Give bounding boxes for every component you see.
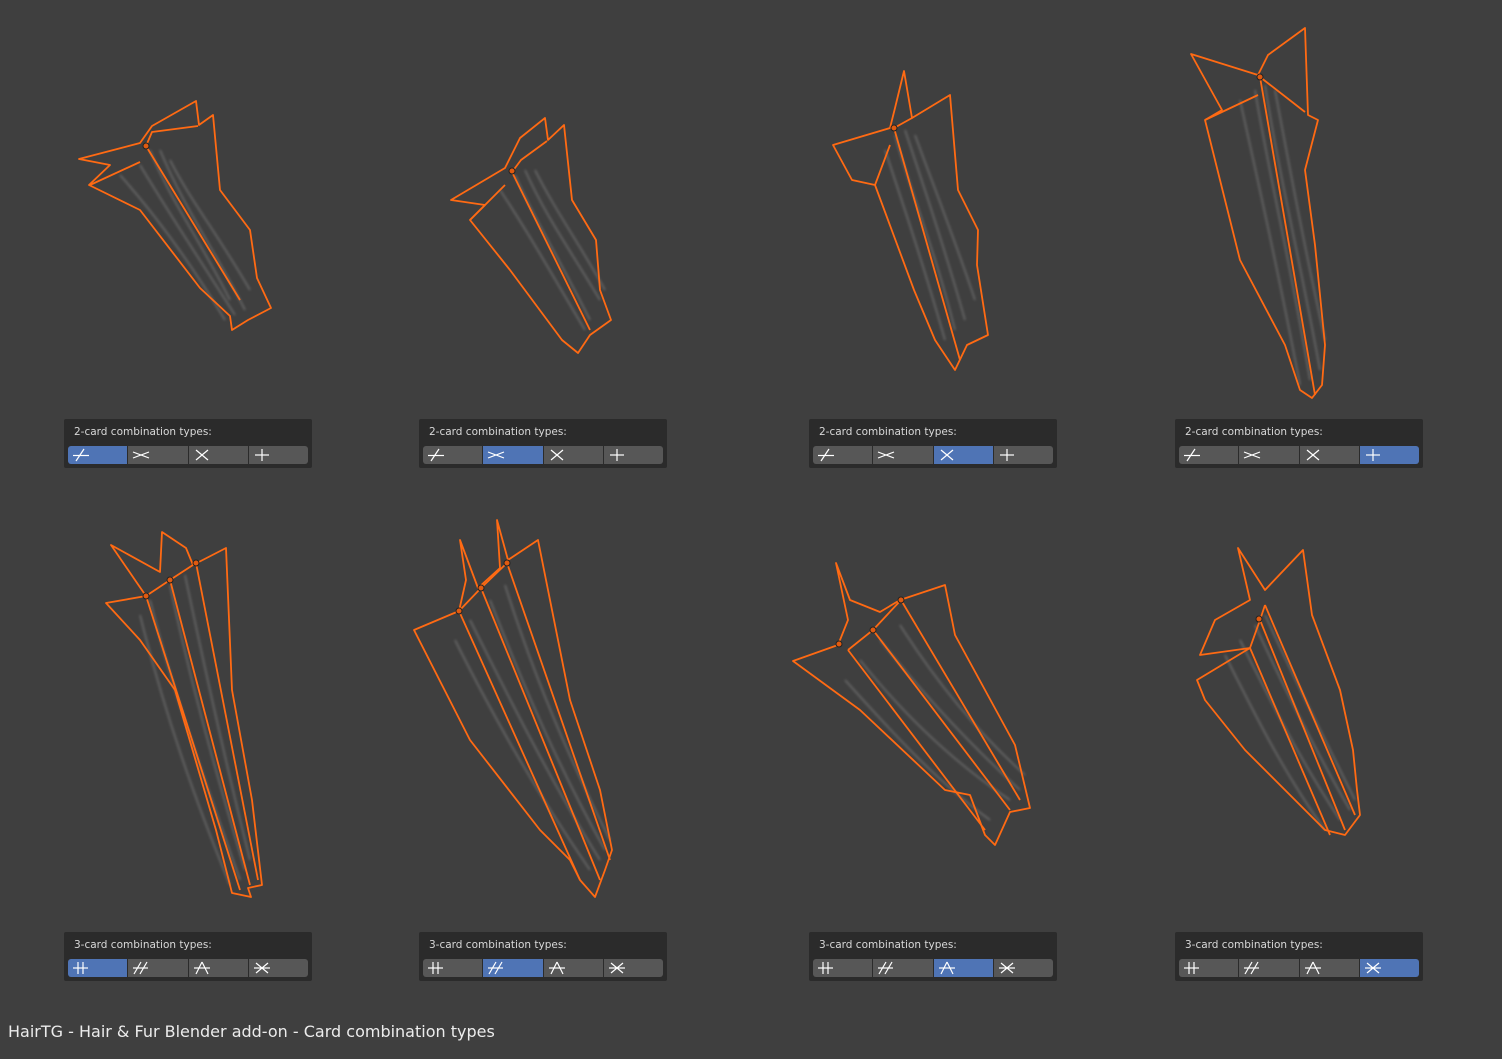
type-hash-button[interactable] [483,959,543,977]
combination-type-selector [1179,446,1419,464]
panel-label: 3-card combination types: [74,939,212,951]
type-x-button[interactable] [933,446,993,464]
three-card-a-icon [193,961,210,975]
type-parallel-button[interactable] [68,959,128,977]
type-x-button[interactable] [543,446,603,464]
type-star-button[interactable] [248,959,308,977]
combination-type-selector [423,959,663,977]
three-card-hash-icon [133,961,149,975]
three-card-hash-icon [878,961,894,975]
type-a-button[interactable] [1299,959,1359,977]
type-slash-button[interactable] [423,446,483,464]
two-card-x-icon [1306,449,1319,461]
three-card-star-icon [253,962,270,974]
hair-card-group-8[interactable] [1196,547,1361,836]
combination-panel-2: 2-card combination types: [419,419,667,468]
three-card-star-icon [998,962,1015,974]
three-card-hash-icon [488,961,504,975]
type-a-button[interactable] [188,959,248,977]
type-scissor-button[interactable] [873,446,933,464]
type-a-button[interactable] [543,959,603,977]
three-card-a-icon [1304,961,1321,975]
three-card-parallel-icon [428,962,443,974]
combination-panel-4: 2-card combination types: [1175,419,1423,468]
panel-label: 2-card combination types: [429,426,567,438]
viewport [0,0,1502,1059]
panel-label: 3-card combination types: [1185,939,1323,951]
combination-panel-8: 3-card combination types: [1175,932,1423,981]
type-a-button[interactable] [933,959,993,977]
panel-label: 2-card combination types: [819,426,957,438]
type-slash-button[interactable] [1179,446,1239,464]
type-star-button[interactable] [603,959,663,977]
combination-type-selector [68,446,308,464]
three-card-star-icon [608,962,625,974]
combination-panel-5: 3-card combination types: [64,932,312,981]
type-hash-button[interactable] [873,959,933,977]
type-cross-button[interactable] [603,446,663,464]
panel-label: 2-card combination types: [74,426,212,438]
two-card-x-icon [940,449,953,461]
type-hash-button[interactable] [1239,959,1299,977]
three-card-parallel-icon [73,962,88,974]
type-scissor-button[interactable] [128,446,188,464]
hair-card-group-6[interactable] [413,519,613,898]
two-card-scissor-icon [133,451,150,459]
two-card-x-icon [195,449,208,461]
two-card-scissor-icon [1244,451,1261,459]
two-card-slash-icon [428,448,444,462]
two-card-cross-icon [254,449,269,461]
hair-card-group-1[interactable] [78,100,272,331]
hair-card-group-5[interactable] [105,531,263,898]
two-card-x-icon [550,449,563,461]
hair-card-group-3[interactable] [832,70,989,371]
type-star-button[interactable] [1359,959,1419,977]
panel-label: 2-card combination types: [1185,426,1323,438]
two-card-scissor-icon [878,451,895,459]
page-caption: HairTG - Hair & Fur Blender add-on - Car… [8,1022,495,1041]
hair-card-group-4[interactable] [1190,27,1326,399]
two-card-scissor-icon [488,451,505,459]
three-card-hash-icon [1244,961,1260,975]
three-card-a-icon [548,961,565,975]
type-hash-button[interactable] [128,959,188,977]
two-card-slash-icon [73,448,89,462]
combination-type-selector [68,959,308,977]
two-card-cross-icon [1365,449,1380,461]
type-parallel-button[interactable] [1179,959,1239,977]
combination-panel-6: 3-card combination types: [419,932,667,981]
type-x-button[interactable] [188,446,248,464]
combination-panel-1: 2-card combination types: [64,419,312,468]
hair-card-group-2[interactable] [450,117,612,354]
combination-panel-3: 2-card combination types: [809,419,1057,468]
type-scissor-button[interactable] [483,446,543,464]
three-card-parallel-icon [1184,962,1199,974]
panel-label: 3-card combination types: [819,939,957,951]
type-slash-button[interactable] [68,446,128,464]
two-card-cross-icon [999,449,1014,461]
type-x-button[interactable] [1299,446,1359,464]
combination-type-selector [423,446,663,464]
combination-type-selector [813,446,1053,464]
type-slash-button[interactable] [813,446,873,464]
two-card-cross-icon [609,449,624,461]
combination-type-selector [1179,959,1419,977]
combination-type-selector [813,959,1053,977]
three-card-star-icon [1364,962,1381,974]
three-card-a-icon [938,961,955,975]
type-cross-button[interactable] [248,446,308,464]
hair-card-group-7[interactable] [792,562,1031,846]
type-cross-button[interactable] [993,446,1053,464]
type-parallel-button[interactable] [423,959,483,977]
type-scissor-button[interactable] [1239,446,1299,464]
type-parallel-button[interactable] [813,959,873,977]
two-card-slash-icon [1184,448,1200,462]
two-card-slash-icon [818,448,834,462]
type-cross-button[interactable] [1359,446,1419,464]
panel-label: 3-card combination types: [429,939,567,951]
type-star-button[interactable] [993,959,1053,977]
three-card-parallel-icon [818,962,833,974]
combination-panel-7: 3-card combination types: [809,932,1057,981]
